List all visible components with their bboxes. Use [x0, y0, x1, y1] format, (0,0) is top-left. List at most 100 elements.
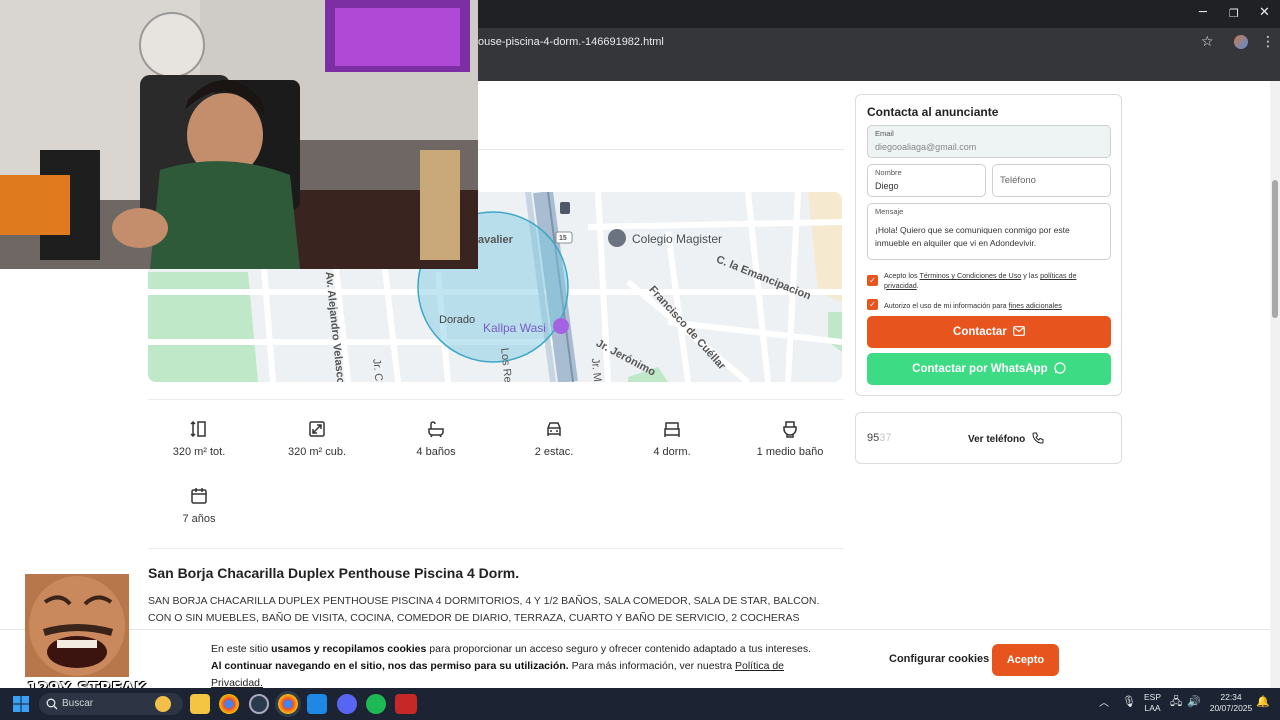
message-label: Mensaje — [875, 207, 904, 216]
volume-icon[interactable]: 🔊 — [1187, 697, 1201, 708]
meme-overlay — [25, 574, 129, 677]
car-icon — [547, 422, 561, 436]
feature-covered-area: 320 m² cub. — [258, 420, 376, 458]
minimize-icon[interactable]: ─ — [1199, 5, 1207, 20]
contact-title: Contacta al anunciante — [867, 105, 999, 119]
email-field[interactable]: Email diegooaliaga@gmail.com — [867, 125, 1111, 158]
phone-number-partial: 9537 — [867, 432, 892, 444]
feature-label: 320 m² cub. — [287, 446, 347, 458]
feature-label: 4 dorm. — [653, 446, 691, 458]
restore-icon[interactable]: ❐ — [1229, 7, 1239, 20]
map-label-jrc: Jr. C — [370, 358, 385, 382]
feature-label: 1 medio baño — [756, 446, 824, 458]
taskbar-search[interactable]: Buscar — [39, 693, 183, 715]
whatsapp-icon — [1054, 362, 1066, 374]
cookie-banner: En este sitio usamos y recopilamos cooki… — [0, 629, 1270, 688]
bed-icon — [664, 422, 680, 437]
calendar-icon — [191, 488, 207, 504]
meme-face — [25, 574, 129, 677]
notification-bell-icon[interactable]: 🔔 — [1256, 697, 1270, 708]
search-placeholder: Buscar — [62, 698, 94, 709]
feature-age: 7 años — [140, 487, 258, 525]
configure-cookies-button[interactable]: Configurar cookies — [889, 653, 989, 665]
map-label-jrm: Jr. M — [588, 357, 604, 382]
photos-icon[interactable] — [307, 694, 327, 714]
feature-label: 4 baños — [416, 446, 456, 458]
phone-icon — [1032, 432, 1044, 444]
accept-cookies-button[interactable]: Acepto — [992, 644, 1059, 676]
page-scrollbar[interactable] — [1270, 81, 1280, 688]
profile-avatar[interactable] — [1234, 35, 1248, 49]
terms-mid: y las — [1021, 271, 1041, 280]
terms-link[interactable]: Términos y Condiciones de Uso — [919, 271, 1021, 280]
phone-card: 9537 Ver teléfono — [855, 412, 1122, 464]
show-phone-label: Ver teléfono — [968, 434, 1026, 445]
streaming-app-icon[interactable] — [395, 694, 417, 714]
language-bottom: LAA — [1144, 703, 1161, 713]
clock[interactable]: 22:34 20/07/2025 — [1208, 692, 1254, 714]
data-use-checkbox[interactable]: ✓ — [867, 299, 878, 310]
phone-faded: 37 — [879, 432, 892, 444]
windows-start-icon[interactable] — [13, 696, 29, 712]
email-label: Email — [875, 129, 894, 138]
map-label-cavalier: avalier — [478, 234, 513, 246]
feature-parking: 2 estac. — [495, 420, 613, 458]
scrollbar-thumb[interactable] — [1272, 180, 1278, 318]
covered-area-icon — [309, 421, 325, 437]
message-field[interactable]: Mensaje ¡Hola! Quiero que se comuniquen … — [867, 203, 1111, 260]
network-icon[interactable]: 🖧 — [1170, 697, 1182, 708]
microphone-icon[interactable]: 🎙 — [1122, 697, 1136, 708]
language-indicator[interactable]: ESP LAA — [1144, 692, 1161, 714]
cookie-text: En este sitio usamos y recopilamos cooki… — [211, 641, 811, 688]
phone-prefix: 95 — [867, 432, 880, 444]
map-label-kallpa[interactable]: Kallpa Wasi — [483, 321, 546, 335]
cookie-text-3: Para más información, ver nuestra — [568, 660, 735, 672]
search-highlight-icon — [155, 696, 171, 712]
data-use-text: Autorizo el uso de mi información para f… — [884, 301, 1110, 311]
phone-field[interactable]: Teléfono — [992, 164, 1111, 197]
name-value[interactable]: Diego — [875, 181, 899, 191]
url-text[interactable]: ouse-piscina-4-dorm.-146691982.html — [478, 36, 664, 48]
feature-total-area: 320 m² tot. — [140, 420, 258, 458]
browser-menu-icon[interactable]: ⋮ — [1261, 34, 1275, 50]
message-value[interactable]: ¡Hola! Quiero que se comuniquen conmigo … — [875, 224, 1101, 250]
bookmark-star-icon[interactable]: ☆ — [1201, 34, 1214, 50]
data-use-pre: Autorizo el uso de mi información para — [884, 301, 1009, 310]
name-field[interactable]: Nombre Diego — [867, 164, 986, 197]
spotify-icon[interactable] — [366, 694, 386, 714]
bathtub-icon — [428, 421, 444, 438]
search-icon — [46, 698, 58, 710]
terms-checkbox[interactable]: ✓ — [867, 275, 878, 286]
webcam-scene — [0, 0, 478, 269]
terms-text: Acepto los Términos y Condiciones de Uso… — [884, 271, 1110, 290]
mail-icon — [1013, 326, 1025, 336]
map-label-dorado: Dorado — [439, 314, 476, 326]
feature-bathrooms: 4 baños — [377, 420, 495, 458]
route-shield: 15 — [559, 235, 567, 242]
name-label: Nombre — [875, 168, 902, 177]
map-label-colegio[interactable]: Colegio Magister — [632, 232, 722, 246]
cookie-text-1: En este sitio — [211, 643, 272, 655]
file-explorer-icon[interactable] — [190, 694, 210, 714]
language-top: ESP — [1144, 692, 1162, 702]
whatsapp-button[interactable]: Contactar por WhatsApp — [867, 353, 1111, 385]
terms-post: . — [916, 280, 919, 290]
phone-placeholder[interactable]: Teléfono — [1000, 175, 1036, 186]
feature-bedrooms: 4 dorm. — [613, 420, 731, 458]
chrome-icon[interactable] — [219, 694, 239, 714]
cookie-text-bold-2: Al continuar navegando en el sitio, nos … — [211, 660, 569, 672]
email-value[interactable]: diegooaliaga@gmail.com — [875, 142, 976, 152]
app-icon[interactable] — [249, 694, 269, 714]
discord-icon[interactable] — [337, 694, 357, 714]
contact-form-card: Contacta al anunciante Email diegooaliag… — [855, 94, 1122, 396]
feature-label: 7 años — [182, 513, 216, 525]
windows-taskbar: Buscar ︿ 🎙 ESP LAA 🖧 🔊 22:34 20/07/2025 … — [0, 688, 1280, 720]
tray-expand-icon[interactable]: ︿ — [1099, 698, 1109, 709]
whatsapp-button-label: Contactar por WhatsApp — [912, 363, 1048, 375]
contact-button[interactable]: Contactar — [867, 316, 1111, 348]
chrome-active-icon[interactable] — [278, 694, 298, 714]
show-phone-button[interactable]: Ver teléfono — [968, 432, 1044, 445]
terms-pre: Acepto los — [884, 271, 920, 280]
close-icon[interactable]: ✕ — [1259, 5, 1270, 20]
additional-purposes-link[interactable]: fines adicionales — [1009, 301, 1062, 310]
